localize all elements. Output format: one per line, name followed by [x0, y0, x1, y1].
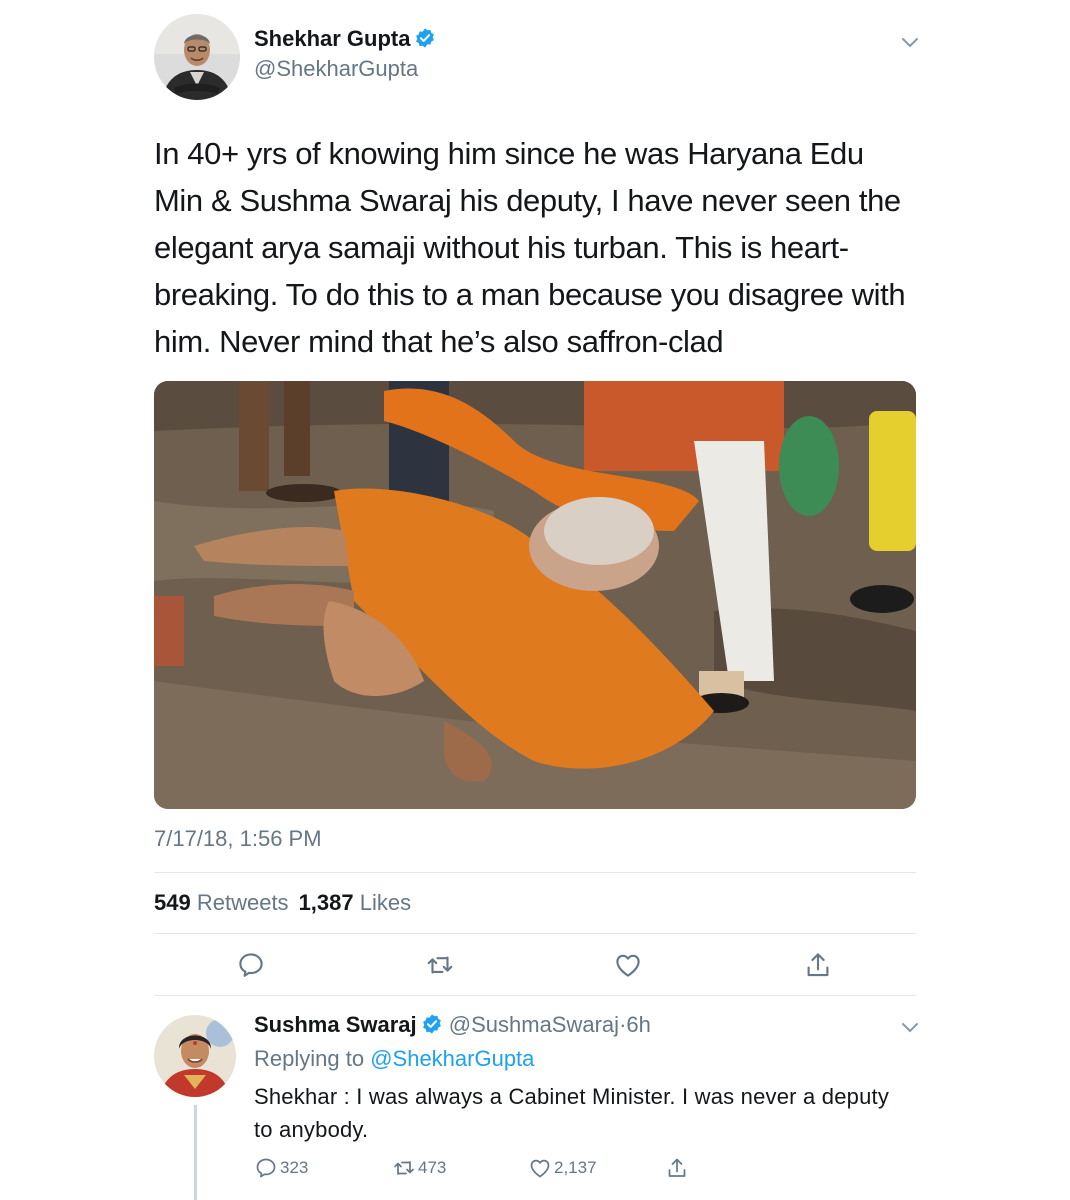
chevron-down-icon[interactable] — [901, 36, 919, 48]
reply-time[interactable]: 6h — [626, 1012, 650, 1037]
tweet-timestamp[interactable]: 7/17/18, 1:56 PM — [154, 826, 322, 852]
retweet-icon[interactable] — [425, 950, 455, 980]
reply-header: Sushma Swaraj @SushmaSwaraj·6h — [254, 1012, 651, 1038]
likes-stat[interactable]: 1,387 Likes — [299, 890, 412, 915]
reply-reply-button[interactable]: 323 — [254, 1156, 308, 1180]
author-name-text: Shekhar Gupta — [254, 26, 411, 51]
tweet-text-line: Min & Sushma Swaraj his deputy, I have n… — [154, 183, 901, 218]
tweet-text: In 40+ yrs of knowing him since he was H… — [154, 130, 924, 365]
like-icon — [530, 1159, 550, 1178]
reply-like-button[interactable]: 2,137 — [528, 1156, 597, 1180]
share-icon[interactable] — [803, 950, 833, 980]
author-handle[interactable]: @ShekharGupta — [254, 56, 418, 82]
like-count: 2,137 — [554, 1158, 597, 1177]
reply-icon — [256, 1158, 276, 1178]
verified-badge-icon — [421, 1013, 443, 1035]
share-icon — [668, 1158, 686, 1177]
reply-author-avatar[interactable] — [154, 1015, 236, 1097]
reply-author-handle[interactable]: @SushmaSwaraj — [449, 1012, 619, 1037]
author-name[interactable]: Shekhar Gupta — [254, 26, 436, 52]
reply-share-button[interactable] — [665, 1156, 691, 1180]
divider — [154, 933, 916, 934]
verified-badge-icon — [414, 27, 436, 49]
tweet-text-line: In 40+ yrs of knowing him since he was H… — [154, 136, 864, 171]
replying-to: Replying to @ShekharGupta — [254, 1046, 534, 1072]
tweet-stats: 549 Retweets 1,387 Likes — [154, 890, 411, 916]
tweet-photo[interactable] — [154, 381, 916, 809]
retweets-count: 549 — [154, 890, 191, 915]
reply-text: Shekhar : I was always a Cabinet Ministe… — [254, 1084, 890, 1142]
tweet-text-line: him. Never mind that he’s also saffron-c… — [154, 324, 724, 359]
divider — [154, 995, 916, 996]
author-avatar[interactable] — [154, 14, 240, 100]
thread-line — [194, 1105, 197, 1200]
likes-label: Likes — [359, 890, 412, 915]
replying-mention-link[interactable]: @ShekharGupta — [370, 1046, 534, 1071]
divider — [154, 872, 916, 873]
retweets-label: Retweets — [196, 890, 289, 915]
reply-icon[interactable] — [236, 950, 266, 980]
replying-label: Replying to — [254, 1046, 365, 1071]
reply-retweet-button[interactable]: 473 — [392, 1156, 446, 1180]
chevron-down-icon[interactable] — [901, 1021, 919, 1033]
reply-count: 323 — [280, 1158, 309, 1177]
reply-author-name[interactable]: Sushma Swaraj — [254, 1012, 417, 1037]
retweets-stat[interactable]: 549 Retweets — [154, 890, 289, 915]
retweet-count: 473 — [418, 1158, 447, 1177]
tweet-text-line: breaking. To do this to a man because yo… — [154, 277, 906, 312]
like-icon[interactable] — [613, 950, 643, 980]
tweet-text-line: elegant arya samaji without his turban. … — [154, 230, 849, 265]
retweet-icon — [394, 1161, 414, 1175]
likes-count: 1,387 — [298, 890, 354, 915]
